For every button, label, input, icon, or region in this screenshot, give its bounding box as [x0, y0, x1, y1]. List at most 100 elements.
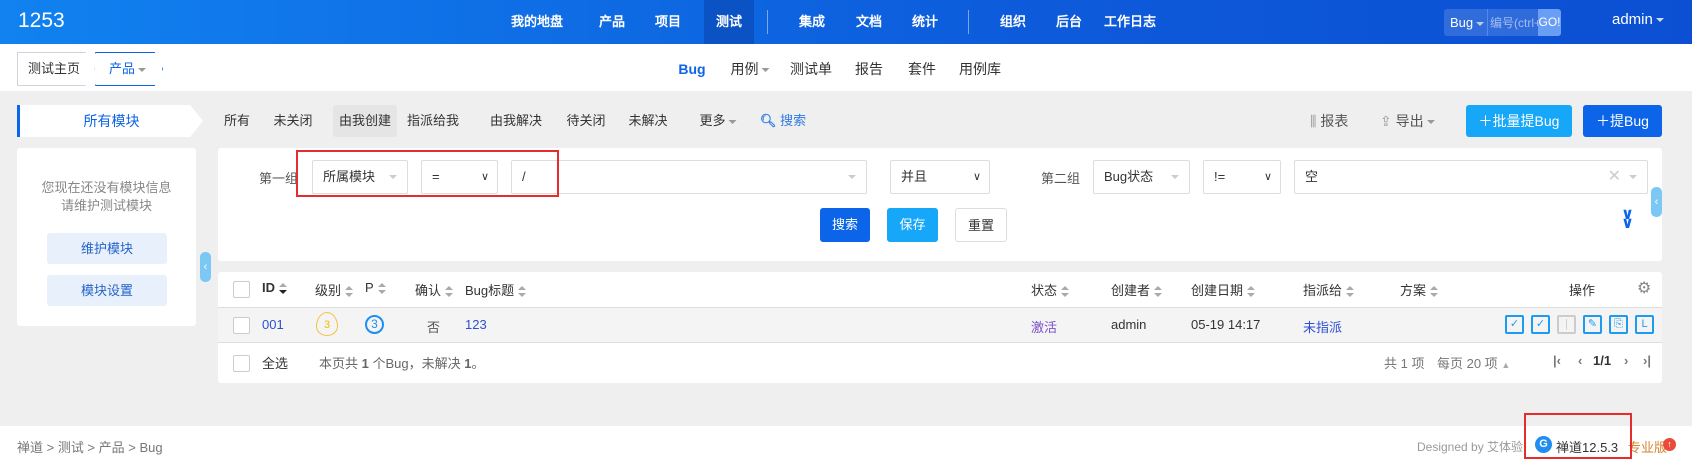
nav-test[interactable]: 测试	[703, 0, 755, 44]
col-created-date[interactable]: 创建日期	[1191, 280, 1256, 299]
filter-unclosed[interactable]: 未关闭	[267, 105, 318, 137]
col-title[interactable]: Bug标题	[465, 280, 527, 299]
first-page-icon[interactable]: |‹	[1553, 353, 1561, 368]
bug-title-link[interactable]: 123	[465, 317, 487, 332]
app-logo[interactable]: 1253	[18, 9, 65, 33]
col-priority[interactable]: P	[365, 280, 386, 295]
nav-integration[interactable]: 集成	[787, 0, 837, 44]
nav-admin[interactable]: 后台	[1044, 0, 1094, 44]
subnav-case[interactable]: 用例	[731, 58, 770, 80]
go-button[interactable]: GO!	[1538, 9, 1561, 36]
nav-project[interactable]: 项目	[643, 0, 693, 44]
group2-value-select[interactable]: 空 ✕	[1294, 160, 1648, 194]
breadcrumb-product[interactable]: 产品	[95, 52, 163, 86]
next-page-icon[interactable]: ›	[1624, 353, 1628, 368]
highlight-box	[1524, 413, 1632, 459]
sort-icon	[1430, 286, 1439, 298]
save-query-button[interactable]: 保存	[887, 208, 938, 242]
upgrade-icon[interactable]: ↑	[1663, 438, 1676, 451]
nav-stats[interactable]: 统计	[900, 0, 950, 44]
filter-opened-by-me[interactable]: 由我创建	[332, 105, 398, 137]
chevron-down-icon	[848, 175, 856, 179]
chevron-down-icon	[138, 67, 147, 72]
col-assigned-to[interactable]: 指派给	[1303, 280, 1355, 299]
sort-icon	[345, 286, 354, 298]
filter-resolved-by-me[interactable]: 由我解决	[484, 105, 548, 137]
collapse-side-handle[interactable]: ‹	[1651, 187, 1662, 217]
subnav-report[interactable]: 报告	[855, 58, 883, 80]
search-button[interactable]: 搜索	[820, 208, 870, 242]
object-id-input[interactable]	[1487, 9, 1538, 36]
filter-all[interactable]: 所有	[218, 105, 256, 137]
module-tree-tab[interactable]: 所有模块	[17, 105, 203, 137]
no-module-hint: 请维护测试模块	[60, 198, 152, 213]
group-logic-select[interactable]: 并且 ∨	[890, 160, 990, 194]
gear-icon[interactable]: ⚙	[1637, 278, 1651, 298]
filter-more[interactable]: 更多	[693, 105, 742, 137]
resolve-bug-icon[interactable]: ✓	[1531, 315, 1550, 334]
group1-value-input[interactable]: /	[511, 160, 867, 194]
user-name: admin	[1612, 11, 1653, 28]
subnav-testtask[interactable]: 测试单	[790, 58, 832, 80]
create-bug-button[interactable]: ＋提Bug	[1583, 105, 1662, 137]
filter-to-close[interactable]: 待关闭	[560, 105, 611, 137]
module-settings-button[interactable]: 模块设置	[47, 275, 167, 306]
col-id[interactable]: ID	[262, 280, 287, 295]
col-confirmed[interactable]: 确认	[415, 280, 454, 299]
nav-doc[interactable]: 文档	[844, 0, 894, 44]
last-page-icon[interactable]: ›|	[1643, 353, 1651, 368]
select-all-label[interactable]: 全选	[262, 353, 288, 372]
nav-org[interactable]: 组织	[988, 0, 1038, 44]
create-label: 提Bug	[1610, 113, 1649, 129]
bar-chart-icon: ⫼	[1310, 113, 1317, 129]
group2-label: 第二组	[1041, 171, 1081, 186]
collapse-sidebar-handle[interactable]: ‹	[200, 252, 211, 282]
object-type-select[interactable]: Bug	[1444, 9, 1487, 36]
maintain-module-button[interactable]: 维护模块	[47, 233, 167, 264]
per-page-select[interactable]: 每页 20 项 ▲	[1437, 353, 1510, 372]
confirm-bug-icon[interactable]: ✓	[1505, 315, 1524, 334]
group2-operator-select[interactable]: != ∨	[1203, 160, 1281, 194]
nav-worklog[interactable]: 工作日志	[1092, 0, 1168, 44]
subnav-bug[interactable]: Bug	[678, 58, 705, 80]
select-all-checkbox[interactable]	[233, 355, 250, 372]
assigned-to-link[interactable]: 未指派	[1303, 317, 1342, 336]
chevron-down-icon: ∨	[972, 171, 981, 183]
per-page-value: 每页 20 项	[1437, 356, 1498, 371]
group2-field-select[interactable]: Bug状态	[1093, 160, 1190, 194]
col-status[interactable]: 状态	[1031, 280, 1070, 299]
filter-search[interactable]: 🔍︎ 搜索	[754, 105, 812, 137]
row-checkbox[interactable]	[233, 317, 250, 334]
create-case-icon[interactable]: L	[1635, 315, 1654, 334]
total-count: 共 1 项	[1384, 356, 1425, 371]
report-button[interactable]: ⫼ 报表	[1310, 105, 1348, 137]
edition-label[interactable]: 专业版	[1628, 437, 1667, 456]
clear-icon[interactable]: ✕	[1608, 161, 1621, 193]
nav-my[interactable]: 我的地盘	[499, 0, 575, 44]
copy-bug-icon[interactable]: ⎘	[1609, 315, 1628, 334]
filter-more-label: 更多	[699, 113, 726, 128]
bug-id[interactable]: 001	[262, 317, 284, 332]
prev-page-icon[interactable]: ‹	[1578, 353, 1582, 368]
export-button[interactable]: ⇪ 导出	[1380, 105, 1435, 137]
filter-assigned-to-me[interactable]: 指派给我	[401, 105, 465, 137]
nav-divider	[767, 10, 768, 34]
expand-more-icon[interactable]: ∨ ∨	[1621, 207, 1634, 232]
filter-unresolved[interactable]: 未解决	[622, 105, 673, 137]
chevron-left-icon: ‹	[1654, 196, 1659, 208]
chevron-down-icon	[1426, 120, 1435, 125]
user-menu[interactable]: admin	[1612, 11, 1664, 28]
col-creator[interactable]: 创建者	[1111, 280, 1163, 299]
subnav-suite[interactable]: 套件	[908, 58, 936, 80]
breadcrumb-test-home[interactable]: 测试主页	[17, 52, 95, 86]
batch-create-bug-button[interactable]: ＋批量提Bug	[1466, 105, 1572, 137]
chevron-down-icon	[1476, 21, 1485, 26]
select-all-header-checkbox[interactable]	[233, 281, 250, 298]
edit-bug-icon[interactable]: ✎	[1583, 315, 1602, 334]
col-severity[interactable]: 级别	[315, 280, 354, 299]
subnav-caselib[interactable]: 用例库	[959, 58, 1001, 80]
nav-product[interactable]: 产品	[587, 0, 637, 44]
reset-button[interactable]: 重置	[955, 208, 1007, 242]
col-resolution[interactable]: 方案	[1400, 280, 1439, 299]
nav-divider	[968, 10, 969, 34]
